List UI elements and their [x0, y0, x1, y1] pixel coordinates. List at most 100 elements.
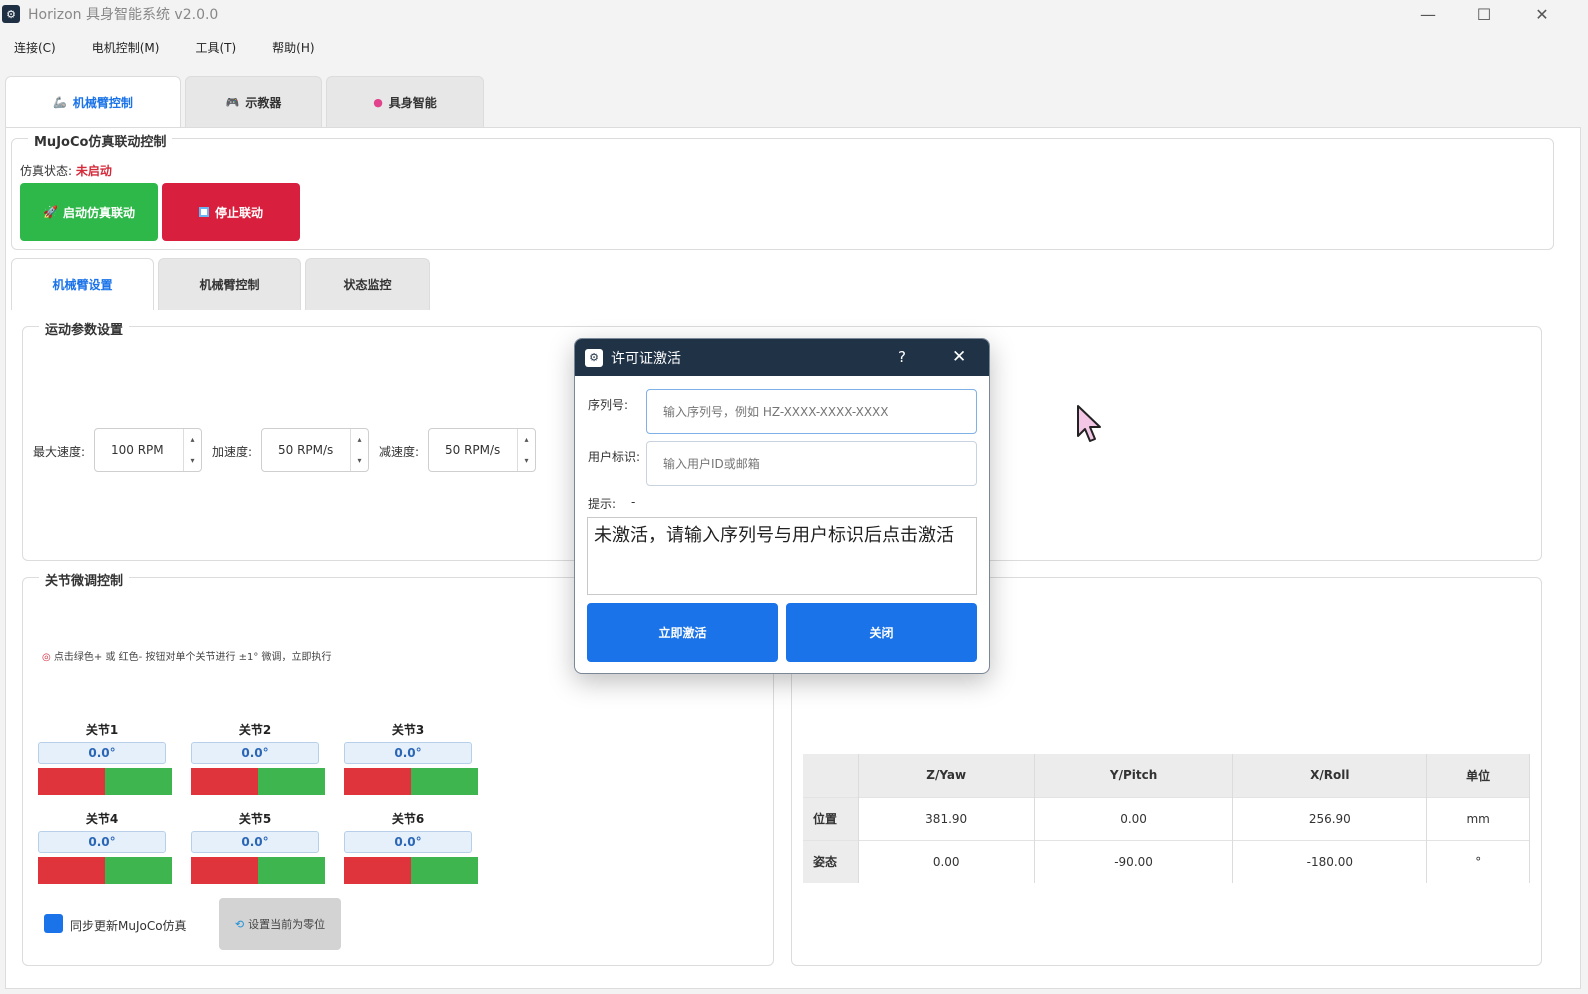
- joint-6-minus-button[interactable]: [344, 857, 411, 884]
- sync-mujoco-checkbox[interactable]: [44, 914, 63, 933]
- menu-bar: 连接(C) 电机控制(M) 工具(T) 帮助(H): [0, 34, 1588, 60]
- pose-table: Z/Yaw Y/Pitch X/Roll 单位 位置 381.90 0.00 2…: [803, 754, 1530, 883]
- table-row: 位置 381.90 0.00 256.90 mm: [803, 796, 1530, 840]
- decel-label: 减速度:: [379, 445, 420, 459]
- pose-cell: 0.00: [858, 839, 1035, 883]
- gamepad-icon: 🎮: [225, 96, 240, 109]
- user-id-input[interactable]: [646, 441, 977, 486]
- pose-header-unit: 单位: [1426, 754, 1530, 797]
- minimize-button[interactable]: —: [1400, 0, 1456, 28]
- hint-value: -: [631, 495, 636, 509]
- tab-arm-control-sub[interactable]: 机械臂控制: [158, 258, 301, 310]
- menu-motor-control[interactable]: 电机控制(M): [92, 39, 160, 56]
- joint-2-minus-button[interactable]: [191, 768, 258, 795]
- joint-6-value: 0.0°: [344, 831, 472, 853]
- accel-spinbox[interactable]: 50 RPM/s ▴ ▾: [261, 428, 369, 472]
- menu-tools[interactable]: 工具(T): [195, 39, 236, 56]
- joint-3-label: 关节3: [391, 723, 425, 737]
- stop-icon: [198, 207, 209, 217]
- set-zero-button[interactable]: ⟲ 设置当前为零位: [219, 898, 341, 950]
- joint-6-label: 关节6: [391, 812, 425, 826]
- pose-header-blank: [803, 754, 859, 797]
- close-dialog-button[interactable]: 关闭: [786, 603, 977, 662]
- joint-5-value: 0.0°: [191, 831, 319, 853]
- help-icon[interactable]: ?: [898, 348, 906, 366]
- joint-2-controls: [191, 768, 325, 795]
- stop-sim-button[interactable]: 停止联动: [162, 183, 300, 241]
- pose-cell: -180.00: [1232, 839, 1428, 883]
- joints-group-title: 关节微调控制: [39, 570, 130, 589]
- start-sim-button[interactable]: 🚀 启动仿真联动: [20, 183, 158, 241]
- joint-5-controls: [191, 857, 325, 884]
- joint-5-label: 关节5: [238, 812, 272, 826]
- close-window-button[interactable]: ✕: [1514, 0, 1570, 28]
- pose-header-z-yaw: Z/Yaw: [858, 754, 1035, 797]
- joint-5-plus-button[interactable]: [258, 857, 325, 884]
- menu-help[interactable]: 帮助(H): [272, 39, 314, 56]
- spin-arrows-icon[interactable]: ▴ ▾: [350, 429, 368, 471]
- refresh-icon: ⟲: [234, 917, 245, 931]
- user-id-label: 用户标识:: [588, 450, 641, 464]
- joint-2-value: 0.0°: [191, 742, 319, 764]
- joint-4-minus-button[interactable]: [38, 857, 105, 884]
- joint-3-minus-button[interactable]: [344, 768, 411, 795]
- maximize-button[interactable]: ☐: [1456, 0, 1512, 28]
- motion-group-title: 运动参数设置: [39, 319, 130, 338]
- window-title: Horizon 具身智能系统 v2.0.0: [28, 7, 219, 23]
- joint-1-plus-button[interactable]: [105, 768, 172, 795]
- mouse-cursor-icon: [1077, 405, 1101, 442]
- joint-3-plus-button[interactable]: [411, 768, 478, 795]
- table-row: 姿态 0.00 -90.00 -180.00 °: [803, 839, 1530, 883]
- spin-arrows-icon[interactable]: ▴ ▾: [517, 429, 535, 471]
- tab-arm-control[interactable]: 🦾 机械臂控制: [5, 76, 181, 128]
- pose-cell: mm: [1426, 796, 1530, 840]
- pose-table-header: Z/Yaw Y/Pitch X/Roll 单位: [803, 754, 1530, 797]
- app-logo-icon: ⚙: [2, 5, 20, 23]
- dialog-title-bar: ⚙ 许可证激活 ? ✕: [575, 339, 989, 376]
- serial-label: 序列号:: [588, 398, 629, 412]
- max-speed-spinbox[interactable]: 100 RPM ▴ ▾: [94, 428, 202, 472]
- pose-cell: 256.90: [1232, 796, 1428, 840]
- tab-arm-settings[interactable]: 机械臂设置: [11, 258, 154, 310]
- brain-icon: ●: [373, 96, 383, 109]
- joint-2-plus-button[interactable]: [258, 768, 325, 795]
- tab-status-monitor[interactable]: 状态监控: [305, 258, 430, 310]
- joint-1-label: 关节1: [85, 723, 119, 737]
- joint-4-plus-button[interactable]: [105, 857, 172, 884]
- tab-embodied-ai[interactable]: ● 具身智能: [326, 76, 484, 128]
- pose-cell: -90.00: [1034, 839, 1234, 883]
- close-icon[interactable]: ✕: [952, 347, 966, 367]
- joint-4-label: 关节4: [85, 812, 119, 826]
- joint-hint: ◎ 点击绿色+ 或 红色- 按钮对单个关节进行 ±1° 微调，立即执行: [42, 652, 332, 663]
- tab-teach-pendant[interactable]: 🎮 示教器: [185, 76, 322, 128]
- dialog-logo-icon: ⚙: [585, 348, 603, 367]
- joint-4-controls: [38, 857, 172, 884]
- spin-arrows-icon[interactable]: ▴ ▾: [183, 429, 201, 471]
- rocket-icon: 🚀: [43, 205, 58, 219]
- joint-5-minus-button[interactable]: [191, 857, 258, 884]
- pose-header-y-pitch: Y/Pitch: [1034, 754, 1234, 797]
- hint-label: 提示:: [588, 497, 617, 511]
- pose-cell: °: [1426, 839, 1530, 883]
- pose-cell: 381.90: [858, 796, 1035, 840]
- sync-mujoco-label: 同步更新MuJoCo仿真: [70, 919, 187, 933]
- accel-label: 加速度:: [212, 445, 253, 459]
- menu-connect[interactable]: 连接(C): [14, 39, 56, 56]
- joint-6-plus-button[interactable]: [411, 857, 478, 884]
- main-tabs: 🦾 机械臂控制 🎮 示教器 ● 具身智能: [5, 76, 488, 128]
- activation-message: 未激活，请输入序列号与用户标识后点击激活: [587, 517, 977, 595]
- target-icon: ◎: [42, 652, 51, 663]
- pose-cell: 0.00: [1034, 796, 1234, 840]
- max-speed-label: 最大速度:: [33, 445, 86, 459]
- joint-1-minus-button[interactable]: [38, 768, 105, 795]
- joint-6-controls: [344, 857, 478, 884]
- activate-button[interactable]: 立即激活: [587, 603, 778, 662]
- pose-row-position-label: 位置: [803, 796, 859, 840]
- license-dialog: ⚙ 许可证激活 ? ✕ 序列号: 用户标识: 提示: - 未激活，请输入序列号与…: [574, 338, 990, 674]
- joint-2-label: 关节2: [238, 723, 272, 737]
- joint-3-controls: [344, 768, 478, 795]
- sub-tabs: 机械臂设置 机械臂控制 状态监控: [11, 258, 434, 310]
- serial-input[interactable]: [646, 389, 977, 434]
- decel-spinbox[interactable]: 50 RPM/s ▴ ▾: [428, 428, 536, 472]
- robot-arm-icon: 🦾: [53, 96, 67, 109]
